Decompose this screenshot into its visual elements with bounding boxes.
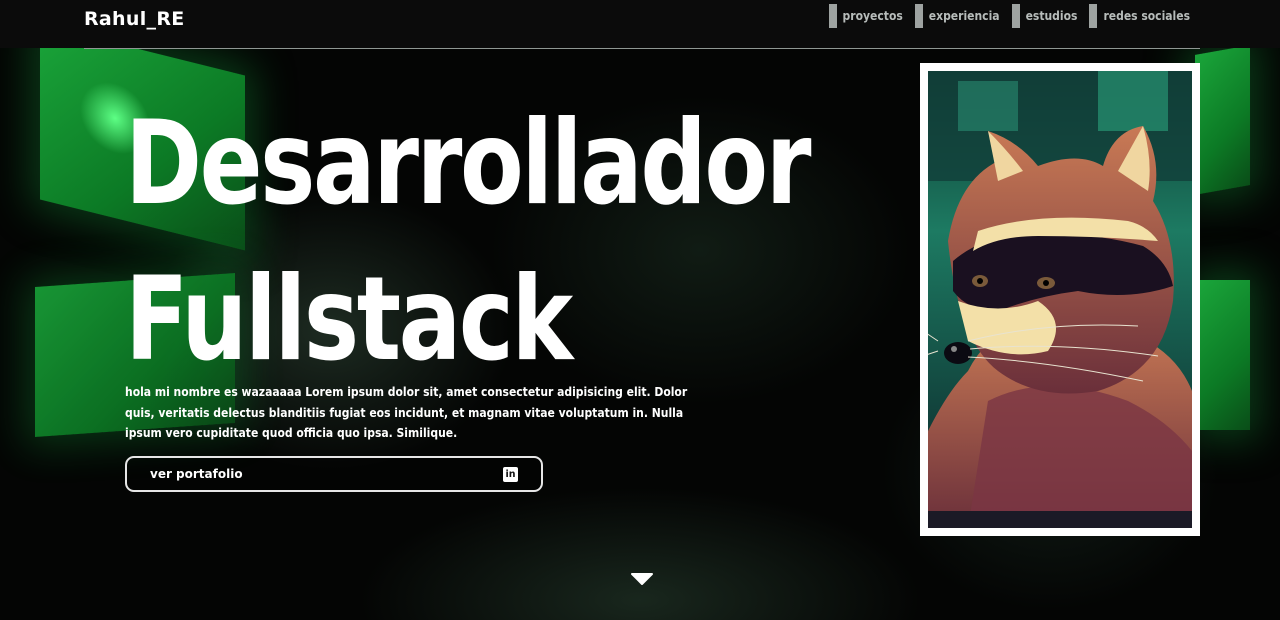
green-decor-shape	[1200, 280, 1250, 430]
raccoon-portrait-image	[922, 71, 1192, 528]
scroll-down-icon[interactable]	[631, 572, 653, 586]
main-nav: proyectos experiencia estudios redes soc…	[828, 4, 1190, 28]
view-portfolio-button[interactable]: ver portafolio in	[125, 456, 543, 492]
nav-marker	[828, 4, 837, 28]
hero-title: Desarrollador Fullstack	[125, 86, 812, 398]
intro-text: hola mi nombre es wazaaaaa Lorem ipsum d…	[125, 385, 688, 440]
view-portfolio-label: ver portafolio	[150, 467, 243, 481]
top-navbar: Rahul_RE proyectos experiencia estudios …	[0, 0, 1280, 48]
nav-link-experiencia[interactable]: experiencia	[914, 4, 1000, 28]
hero-title-line: Fullstack	[125, 252, 573, 387]
hero-title-line: Desarrollador	[125, 96, 812, 231]
nav-marker	[1089, 4, 1098, 28]
nav-link-proyectos[interactable]: proyectos	[828, 4, 903, 28]
nav-link-redes-sociales[interactable]: redes sociales	[1089, 4, 1190, 28]
header-divider	[84, 48, 1200, 49]
site-logo[interactable]: Rahul_RE	[84, 8, 185, 30]
nav-marker	[914, 4, 923, 28]
linkedin-icon: in	[503, 466, 518, 482]
nav-link-estudios[interactable]: estudios	[1011, 4, 1077, 28]
green-decor-shape	[1195, 45, 1250, 195]
nav-marker	[1011, 4, 1020, 28]
profile-portrait-frame	[920, 63, 1200, 536]
